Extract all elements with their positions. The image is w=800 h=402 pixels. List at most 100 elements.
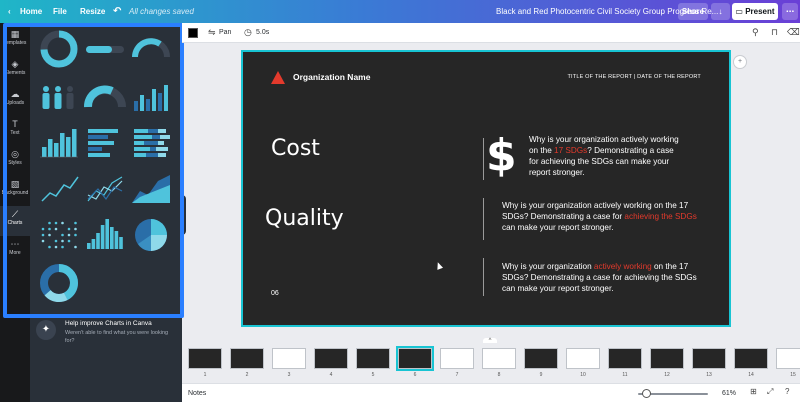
panel-collapse-handle[interactable]	[180, 195, 186, 235]
page-thumbnail-number: 6	[413, 372, 417, 378]
page-thumbnail[interactable]	[272, 348, 306, 369]
half-gauge-tile[interactable]	[132, 38, 170, 58]
rail-item-label: Styles	[8, 160, 22, 166]
donut-chart-tile[interactable]	[40, 30, 78, 68]
page-thumbnail[interactable]	[566, 348, 600, 369]
rail-item-styles[interactable]: ◎ Styles	[0, 146, 30, 176]
fullscreen-icon[interactable]: ⤢	[767, 387, 773, 397]
text-icon: T	[12, 119, 18, 129]
page-thumbnail-number: 8	[497, 372, 501, 378]
report-title[interactable]: TITLE OF THE REPORT | DATE OF THE REPORT	[567, 74, 701, 80]
resize-button[interactable]: Resize	[80, 0, 105, 23]
rail-item-templates[interactable]: ▦ Templates	[0, 26, 30, 56]
rail-item-text[interactable]: T Text	[0, 116, 30, 146]
ring-chart-tile[interactable]	[40, 264, 78, 302]
present-button[interactable]: ▭ Present	[732, 3, 778, 20]
lock-icon[interactable]: ⊓	[771, 27, 778, 38]
rail-item-label: Charts	[7, 220, 23, 226]
paragraph-2[interactable]: Why is your organization actively workin…	[502, 200, 702, 233]
area-chart-tile[interactable]	[132, 175, 170, 203]
text-run: Why is your organization	[502, 262, 594, 271]
rail-item-label: Text	[10, 130, 20, 136]
paragraph-3[interactable]: Why is your organization actively workin…	[502, 261, 702, 294]
rail-item-background[interactable]: ▧ Background	[0, 176, 30, 206]
side-rail: ▦ Templates ◈ Elements ☁ Uploads T Text ◎ Styles ▧…	[0, 23, 30, 402]
rail-item-elements[interactable]: ◈ Elements	[0, 56, 30, 86]
cost-heading[interactable]: Cost	[271, 136, 320, 161]
area-column-chart-tile[interactable]	[134, 85, 168, 111]
page-thumbnail-number: 15	[790, 372, 796, 378]
zoom-slider-handle[interactable]	[642, 389, 651, 398]
file-menu[interactable]: File	[53, 0, 67, 23]
share-button[interactable]: Share	[678, 3, 708, 20]
page-number[interactable]: 06	[271, 290, 279, 297]
pie-chart-tile[interactable]	[135, 219, 167, 251]
page-thumbnail[interactable]	[734, 348, 768, 369]
progress-bar-tile[interactable]	[86, 46, 124, 53]
duration-button[interactable]: 5.0s	[256, 23, 269, 43]
pan-button[interactable]: Pan	[219, 23, 231, 43]
quality-heading[interactable]: Quality	[265, 206, 344, 231]
delete-icon[interactable]: ⌫	[787, 27, 800, 38]
slide-canvas[interactable]: Organization Name TITLE OF THE REPORT | …	[241, 50, 731, 327]
page-thumbnail[interactable]	[396, 346, 434, 371]
page-thumbnail[interactable]	[188, 348, 222, 369]
rail-item-more[interactable]: ⋯ More	[0, 236, 30, 266]
rail-item-uploads[interactable]: ☁ Uploads	[0, 86, 30, 116]
page-thumbnail-number: 14	[748, 372, 754, 378]
page-thumbnail-number: 3	[287, 372, 291, 378]
more-icon[interactable]: ⋯	[782, 3, 798, 20]
help-icon[interactable]: ?	[785, 387, 789, 396]
page-thumbnail[interactable]	[692, 348, 726, 369]
background-color-swatch[interactable]	[188, 28, 198, 38]
page-thumbnail[interactable]	[314, 348, 348, 369]
download-icon[interactable]: ↓	[711, 3, 730, 20]
page-thumbnail[interactable]	[230, 348, 264, 369]
page-thumbnail[interactable]	[608, 348, 642, 369]
editor-toolbar: ⇋ Pan ◷ 5.0s ⚲ ⊓ ⌫	[182, 23, 800, 43]
page-thumbnail[interactable]	[482, 348, 516, 369]
dollar-sign[interactable]: $	[486, 130, 517, 181]
page-thumbnail-number: 5	[371, 372, 375, 378]
page-thumbnail-number: 13	[706, 372, 712, 378]
page-thumbnail[interactable]	[524, 348, 558, 369]
templates-icon: ▦	[10, 29, 20, 39]
dot-plot-tile[interactable]	[41, 221, 77, 249]
page-thumbnail[interactable]	[440, 348, 474, 369]
page-thumbnail[interactable]	[776, 348, 800, 369]
pan-icon[interactable]: ⇋	[208, 27, 216, 38]
bar-chart-tile[interactable]	[40, 129, 78, 158]
chevron-left-icon[interactable]: ‹	[8, 0, 11, 23]
organization-logo	[271, 71, 285, 84]
add-comment-icon[interactable]: +	[733, 55, 747, 69]
page-thumbnail[interactable]	[356, 348, 390, 369]
paragraph-1[interactable]: Why is your organization actively workin…	[529, 134, 679, 178]
page-thumbnail-number: 7	[455, 372, 459, 378]
paint-roller-icon[interactable]: ⚲	[752, 27, 759, 38]
page-thumbnail-number: 2	[245, 372, 249, 378]
stacked-horizontal-bar-chart-tile[interactable]	[134, 129, 170, 157]
column-chart-tile[interactable]	[87, 219, 123, 249]
notes-button[interactable]: Notes	[188, 384, 206, 402]
line-chart-tile[interactable]	[41, 176, 79, 202]
multi-line-chart-tile[interactable]	[87, 176, 123, 202]
present-icon: ▭	[735, 7, 746, 16]
grid-view-icon[interactable]: ⊞	[750, 387, 757, 396]
rail-item-charts[interactable]: ⟋ Charts	[0, 206, 30, 236]
half-donut-gauge-tile[interactable]	[84, 85, 126, 108]
horizontal-bar-chart-tile[interactable]	[88, 129, 118, 157]
present-label: Present	[745, 7, 775, 16]
home-button[interactable]: Home	[20, 0, 42, 23]
undo-icon[interactable]: ↶	[113, 0, 121, 23]
zoom-level[interactable]: 61%	[722, 384, 736, 402]
timer-icon[interactable]: ◷	[244, 27, 252, 38]
page-thumbnail-number: 11	[622, 372, 628, 378]
people-infographic-tile[interactable]	[42, 86, 74, 109]
page-thumbnail[interactable]	[650, 348, 684, 369]
charts-icon: ⟋	[11, 209, 19, 219]
text-run: can make your report stronger.	[502, 223, 614, 232]
page-filmstrip: 1 2 3 4 5 6 7 8 9 10 11 12 13 14 15	[182, 343, 800, 383]
organization-name[interactable]: Organization Name	[293, 72, 370, 82]
uploads-icon: ☁	[10, 89, 20, 99]
rail-item-label: Elements	[4, 70, 26, 76]
